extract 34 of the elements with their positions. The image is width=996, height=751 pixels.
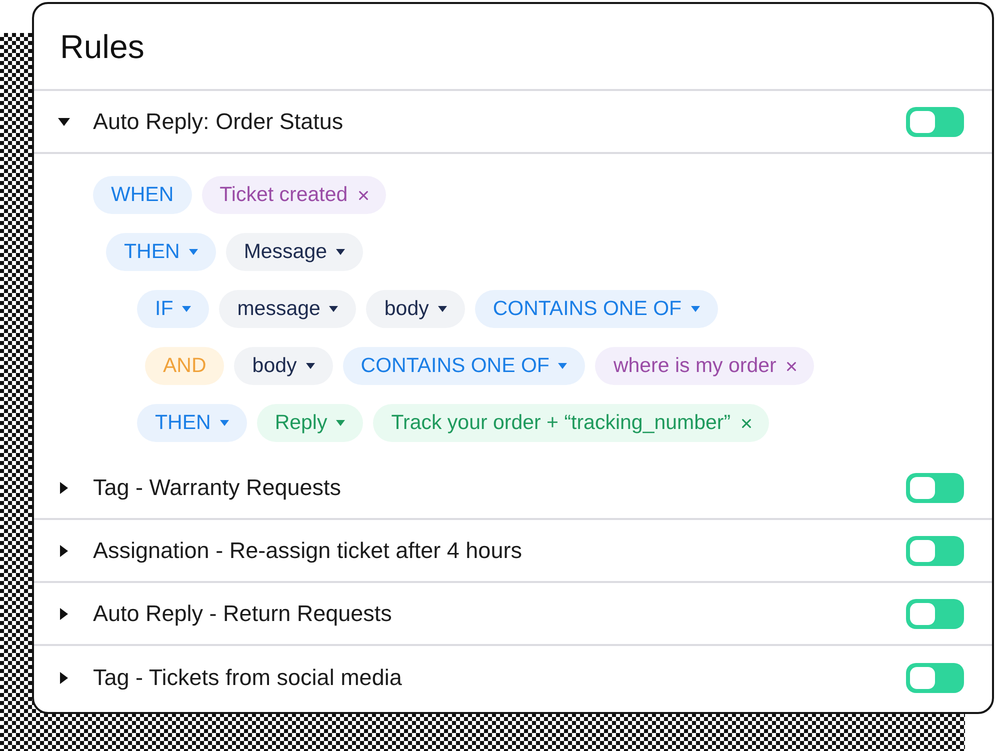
toggle-switch[interactable] <box>906 598 964 628</box>
action-chip[interactable]: Reply <box>256 404 364 442</box>
value-tag[interactable]: where is my order <box>595 347 814 385</box>
value-tag[interactable]: Ticket created <box>202 176 386 214</box>
caret-right-icon[interactable] <box>60 482 68 494</box>
keyword-chip[interactable]: CONTAINS ONE OF <box>342 347 586 385</box>
keyword-chip[interactable]: IF <box>137 290 210 328</box>
caret-down-icon[interactable] <box>58 118 70 126</box>
caret-right-icon[interactable] <box>60 608 68 620</box>
field-chip[interactable]: message <box>219 290 356 328</box>
keyword-chip[interactable]: WHEN <box>93 176 192 214</box>
toggle-switch[interactable] <box>906 472 964 502</box>
keyword-chip[interactable]: THEN <box>106 233 216 271</box>
rule-name: Auto Reply - Return Requests <box>93 600 392 626</box>
close-icon[interactable] <box>787 362 796 370</box>
keyword-chip[interactable]: CONTAINS ONE OF <box>474 290 718 328</box>
close-icon[interactable] <box>742 418 751 428</box>
rule-name: Tag - Tickets from social media <box>93 665 402 691</box>
rule-name: Tag - Warranty Requests <box>93 474 342 500</box>
action-chip[interactable]: Track your order + “tracking_number” <box>373 404 769 442</box>
toggle-switch[interactable] <box>906 106 964 136</box>
rule-name: Auto Reply: Order Status <box>93 108 344 134</box>
caret-right-icon[interactable] <box>60 672 68 684</box>
field-chip[interactable]: body <box>234 347 333 385</box>
operator-chip[interactable]: AND <box>145 347 224 385</box>
panel-title: Rules <box>60 28 144 66</box>
toggle-switch[interactable] <box>906 663 964 693</box>
rule-name: Assignation - Re-assign ticket after 4 hours <box>93 538 522 564</box>
toggle-switch[interactable] <box>906 536 964 566</box>
caret-right-icon[interactable] <box>60 544 68 556</box>
field-chip[interactable]: Message <box>226 233 363 271</box>
close-icon[interactable] <box>358 190 368 200</box>
keyword-chip[interactable]: THEN <box>137 404 247 442</box>
field-chip[interactable]: body <box>366 290 465 328</box>
